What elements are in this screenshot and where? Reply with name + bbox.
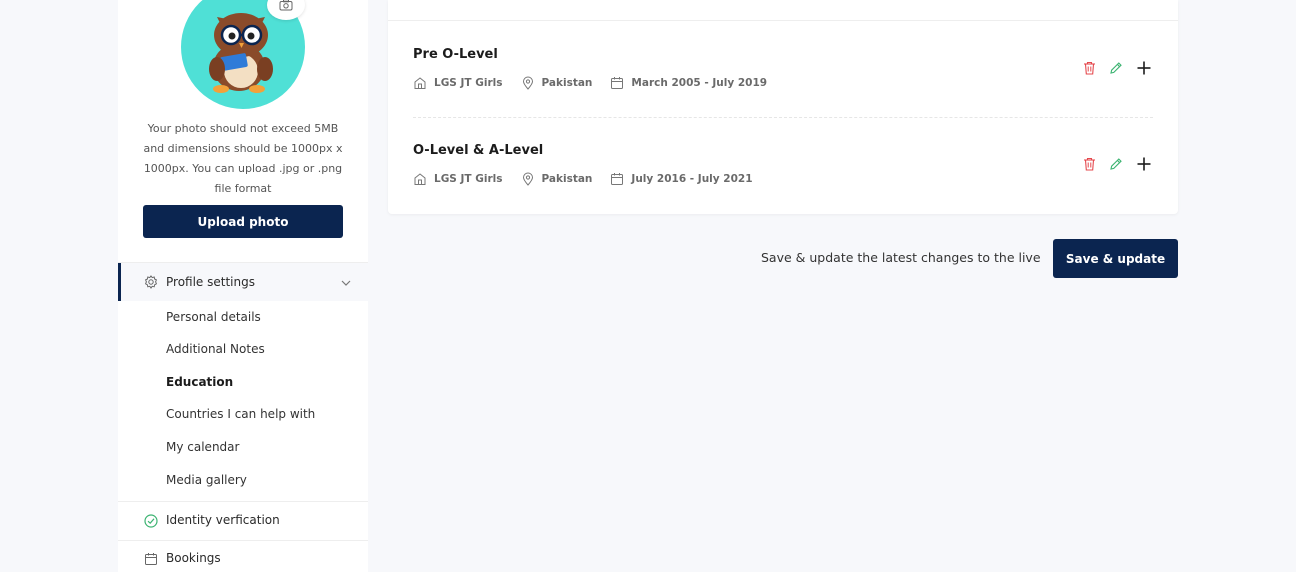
school-name: LGS JT Girls [434, 173, 503, 185]
location-info: Pakistan [521, 172, 593, 186]
education-meta: LGS JT Girls Pakistan March 2005 - July … [413, 76, 785, 90]
chevron-down-icon[interactable] [340, 274, 352, 293]
calendar-icon [611, 77, 624, 89]
pencil-icon[interactable] [1109, 157, 1123, 171]
sidebar-item-label: Profile settings [166, 275, 255, 289]
calendar-icon [143, 551, 159, 567]
photo-requirements-note: Your photo should not exceed 5MB and dim… [143, 122, 343, 195]
school-name: LGS JT Girls [434, 77, 503, 89]
divider [388, 20, 1178, 21]
school-info: LGS JT Girls [413, 76, 503, 90]
sidebar-subitem-additional-notes[interactable]: Additional Notes [166, 342, 265, 356]
date-info: July 2016 - July 2021 [610, 172, 753, 186]
active-indicator [118, 263, 121, 301]
sidebar-subitem-education[interactable]: Education [166, 375, 233, 389]
sidebar-item-profile-settings[interactable]: Profile settings [118, 263, 368, 301]
date-info: March 2005 - July 2019 [610, 76, 767, 90]
plus-icon[interactable] [1136, 156, 1152, 172]
sidebar-item-label: Bookings [166, 551, 221, 565]
country: Pakistan [541, 77, 593, 89]
building-icon [414, 77, 426, 89]
entry-divider [413, 117, 1153, 118]
camera-icon [279, 0, 293, 11]
location-pin-icon [522, 76, 533, 90]
building-icon [414, 173, 426, 185]
pencil-icon[interactable] [1109, 61, 1123, 75]
date-range: March 2005 - July 2019 [631, 77, 768, 89]
location-info: Pakistan [521, 76, 593, 90]
calendar-icon [611, 173, 624, 185]
school-info: LGS JT Girls [413, 172, 503, 186]
sidebar-subitem-media-gallery[interactable]: Media gallery [166, 473, 247, 487]
country: Pakistan [541, 173, 593, 185]
sidebar-subitem-my-calendar[interactable]: My calendar [166, 440, 239, 454]
education-title: O-Level & A-Level [413, 143, 544, 158]
gear-icon [143, 274, 159, 290]
sidebar-subitem-countries[interactable]: Countries I can help with [166, 407, 315, 421]
plus-icon[interactable] [1136, 60, 1152, 76]
sidebar-item-identity-verification[interactable]: Identity verfication [118, 502, 368, 540]
check-circle-icon [143, 513, 159, 529]
trash-icon[interactable] [1083, 157, 1096, 171]
upload-photo-button[interactable]: Upload photo [143, 205, 343, 238]
entry-actions [1070, 156, 1152, 172]
save-update-note: Save & update the latest changes to the … [761, 250, 1041, 265]
date-range: July 2016 - July 2021 [631, 173, 753, 185]
sidebar-item-bookings[interactable]: Bookings [118, 541, 368, 572]
sidebar-subitem-personal-details[interactable]: Personal details [166, 310, 261, 324]
trash-icon[interactable] [1083, 61, 1096, 75]
save-update-button[interactable]: Save & update [1053, 239, 1178, 278]
location-pin-icon [522, 172, 533, 186]
education-card: Pre O-Level LGS JT Girls Pakistan March [388, 0, 1178, 214]
sidebar-item-label: Identity verfication [166, 513, 280, 527]
sidebar: Your photo should not exceed 5MB and dim… [118, 0, 368, 572]
entry-actions [1070, 60, 1152, 76]
education-title: Pre O-Level [413, 47, 498, 62]
education-meta: LGS JT Girls Pakistan July 2016 - July 2… [413, 172, 771, 186]
